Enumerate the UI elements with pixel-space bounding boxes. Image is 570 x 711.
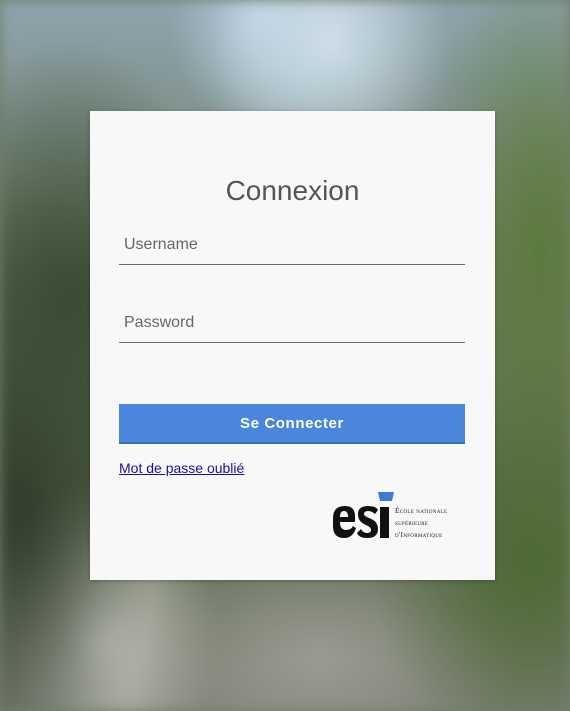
password-field[interactable] — [119, 303, 465, 343]
esi-logo-mark — [333, 492, 394, 538]
logo-line-1: École nationale — [395, 506, 448, 515]
login-title: Connexion — [225, 175, 360, 206]
logo-line-3: d'Informatique — [395, 530, 443, 539]
esi-logo-text: École nationale supérieure d'Informatiqu… — [395, 505, 447, 541]
logo-line-2: supérieure — [395, 518, 429, 527]
forgot-password-link[interactable]: Mot de passe oublié — [119, 460, 244, 476]
username-field[interactable] — [119, 225, 465, 265]
esi-logo: École nationale supérieure d'Informatiqu… — [331, 488, 467, 546]
login-card: Connexion Se Connecter Mot de passe oubl… — [90, 111, 495, 580]
login-button[interactable]: Se Connecter — [119, 404, 465, 444]
